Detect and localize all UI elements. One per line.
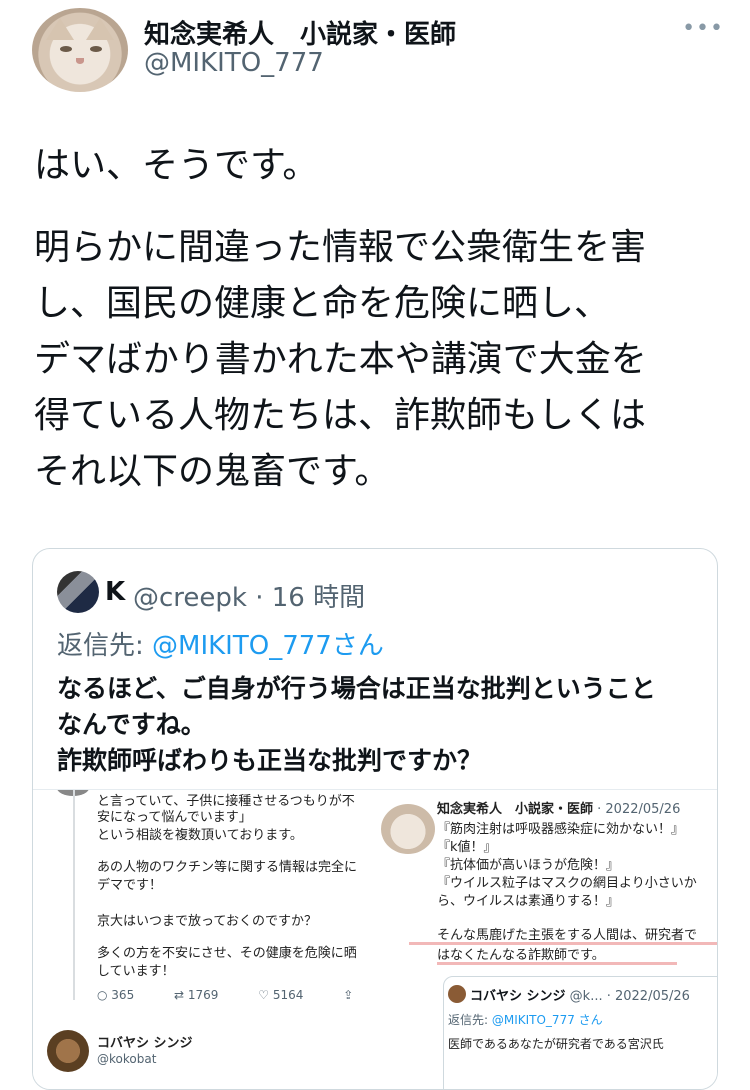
cat-eye-right bbox=[90, 46, 102, 52]
cat-ear-right bbox=[86, 18, 114, 40]
screenshot-left-panel: と言っていて、子供に接種させるつもりが不 安になって悩んでいます」 という相談を… bbox=[33, 790, 413, 1089]
reply-mention-link[interactable]: @MIKITO_777さん bbox=[152, 631, 384, 661]
left-line: しています！ bbox=[97, 964, 175, 979]
left-line: 多くの方を不安にさせ、その健康を危険に晒 bbox=[97, 946, 357, 961]
cat-eye-left bbox=[60, 46, 72, 52]
retweet-count-value: 1769 bbox=[187, 988, 219, 1002]
author-handle[interactable]: @MIKITO_777 bbox=[144, 48, 324, 78]
screenshot-right-panel: 知念実希人 小説家・医師 · 2022/05/26 『筋肉注射は呼吸器感染症に効… bbox=[379, 790, 717, 1089]
reply-prefix: 返信先: bbox=[57, 631, 153, 661]
inner-handle: @k... · 2022/05/26 bbox=[565, 989, 690, 1004]
left-line: という相談を複数頂いております。 bbox=[97, 828, 303, 843]
quote-avatar[interactable] bbox=[57, 571, 99, 613]
reply-user-name: コバヤシ シンジ bbox=[97, 1036, 193, 1051]
right-line: 『抗体価が高いほうが危険！』 bbox=[437, 858, 620, 873]
reply-count: ○ 365 bbox=[97, 988, 135, 1002]
left-line: 京大はいつまで放っておくのですか？ bbox=[97, 914, 317, 929]
quoted-tweet[interactable]: K @creepk · 16 時間 返信先: @MIKITO_777さん なるほ… bbox=[32, 548, 718, 1090]
inner-reply-prefix: 返信先: bbox=[448, 1013, 492, 1027]
inner-quoted-reply: コバヤシ シンジ @k... · 2022/05/26 返信先: @MIKITO… bbox=[443, 976, 717, 1089]
reply-user-handle: @kokobat bbox=[97, 1052, 157, 1066]
right-line: 『ウイルス粒子はマスクの網目より小さいか bbox=[437, 876, 697, 891]
right-author-avatar bbox=[381, 804, 435, 854]
right-author-header: 知念実希人 小説家・医師 · 2022/05/26 bbox=[437, 798, 680, 817]
inner-reply-mention: @MIKITO_777 さん bbox=[491, 1013, 603, 1027]
right-line: ら、ウイルスは素通りする！』 bbox=[437, 894, 620, 909]
more-horizontal-icon[interactable]: ••• bbox=[682, 16, 724, 41]
tweet-paragraph-1: はい、そうです。 bbox=[34, 145, 319, 186]
right-author-name: 知念実希人 小説家・医師 bbox=[437, 802, 594, 817]
like-count: ♡ 5164 bbox=[258, 988, 304, 1002]
left-line: デマです！ bbox=[97, 878, 163, 893]
inner-avatar bbox=[448, 985, 466, 1003]
tweet-metrics: ○ 365 ⇄ 1769 ♡ 5164 ⇪ bbox=[97, 988, 371, 1002]
reply-user-avatar bbox=[47, 1030, 89, 1072]
like-count-value: 5164 bbox=[272, 988, 304, 1002]
thread-line bbox=[73, 790, 75, 1000]
author-avatar[interactable] bbox=[32, 8, 128, 92]
inner-header: コバヤシ シンジ @k... · 2022/05/26 bbox=[470, 985, 690, 1004]
right-line: はなくたんなる詐欺師です。 bbox=[437, 948, 605, 963]
right-line: 『k値！』 bbox=[437, 840, 497, 855]
right-line: 『筋肉注射は呼吸器感染症に効かない！』 bbox=[437, 822, 685, 837]
inner-name: コバヤシ シンジ bbox=[470, 989, 566, 1004]
inner-reply-to: 返信先: @MIKITO_777 さん bbox=[448, 1011, 603, 1028]
right-author-date: · 2022/05/26 bbox=[593, 802, 681, 817]
quote-meta: @creepk · 16 時間 bbox=[133, 583, 366, 613]
quote-text: なるほど、ご自身が行う場合は正当な批判ということ なんですね。 詐欺師呼ばわりも… bbox=[57, 674, 656, 775]
quote-author-name[interactable]: K bbox=[105, 577, 125, 607]
inner-text: 医師であるあなたが研究者である宮沢氏 bbox=[448, 1037, 664, 1051]
cat-nose bbox=[76, 58, 84, 64]
left-line: あの人物のワクチン等に関する情報は完全に bbox=[97, 860, 358, 875]
quote-attached-image[interactable]: と言っていて、子供に接種させるつもりが不 安になって悩んでいます」 という相談を… bbox=[33, 789, 717, 1089]
quote-reply-to: 返信先: @MIKITO_777さん bbox=[57, 625, 384, 662]
retweet-count: ⇄ 1769 bbox=[174, 988, 219, 1002]
share-icon: ⇪ bbox=[343, 988, 354, 1002]
tweet-paragraph-2: 明らかに間違った情報で公衆衛生を害 し、国民の健康と命を危険に晒し、 デマばかり… bbox=[34, 227, 647, 492]
left-line: 安になって悩んでいます」 bbox=[97, 810, 252, 825]
right-line: そんな馬鹿げた主張をする人間は、研究者で bbox=[437, 928, 698, 943]
reply-count-value: 365 bbox=[111, 988, 135, 1002]
author-name[interactable]: 知念実希人 小説家・医師 bbox=[144, 14, 456, 51]
cat-ear-left bbox=[46, 18, 74, 40]
tweet-body: はい、そうです。 明らかに間違った情報で公衆衛生を害 し、国民の健康と命を危険に… bbox=[34, 138, 724, 500]
